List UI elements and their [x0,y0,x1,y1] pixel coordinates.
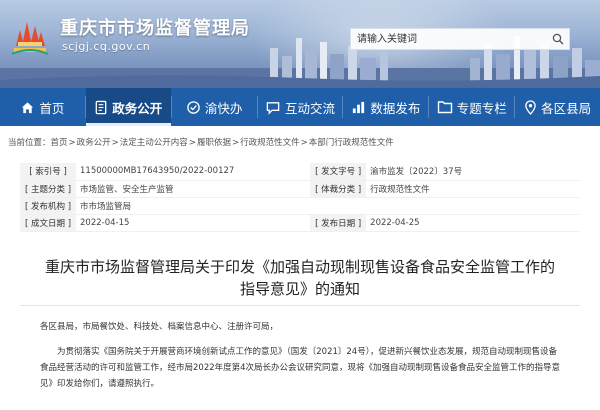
chat-icon [266,101,280,115]
home-icon [22,101,34,113]
issuer-value: 市市场监管局 [76,197,290,215]
chongqing-service-icon [187,100,200,114]
nav-item-special-topics[interactable]: 专题专栏 [429,88,514,126]
table-row: [ 索引号 ] 11500000MB17643950/2022-00127 [ … [20,163,580,181]
site-title: 重庆市市场监督管理局 [60,18,250,39]
publish-date-value: 2022-04-25 [366,214,580,232]
genre-label: [ 体裁分类 ] [310,180,367,198]
search-input[interactable] [351,29,547,49]
breadcrumb-separator: > [111,138,119,148]
topic-value: 市场监管、安全生产监管 [76,180,290,198]
document-info-table: [ 索引号 ] 11500000MB17643950/2022-00127 [ … [20,163,580,232]
table-gap [289,214,311,232]
doc-number-value: 渝市监发〔2022〕37号 [366,163,580,181]
search-button[interactable] [547,29,569,49]
nav-item-label: 渝快办 [204,100,243,116]
search-box [350,28,570,50]
breadcrumb-item-duty-basis[interactable]: 履职依据 [197,138,231,148]
folder-icon [437,101,452,114]
main-nav: 首页 政务公开 渝快办 互动交流 数据发布 专题专栏 各区县局 [0,88,600,126]
table-gap [289,163,311,181]
table-row: [ 发布机构 ] 市市场监管局 [20,197,580,215]
breadcrumb-item-government-affairs[interactable]: 政务公开 [77,138,111,148]
nav-item-chongqing-service[interactable]: 渝快办 [172,88,257,126]
breadcrumb-prefix: 当前位置： [8,138,51,148]
breadcrumb-item-department-documents[interactable]: 本部门行政规范性文件 [309,138,394,148]
table-row: [ 主题分类 ] 市场监管、安全生产监管 [ 体裁分类 ] 行政规范性文件 [20,180,580,198]
written-date-label: [ 成文日期 ] [20,214,76,232]
site-domain: scjgj.cq.gov.cn [62,40,151,53]
search-icon [552,33,564,45]
issuer-label: [ 发布机构 ] [20,197,76,215]
title-divider [20,305,580,306]
nav-item-label: 各区县局 [541,100,592,116]
nav-item-label: 专题专栏 [456,100,507,116]
nav-item-label: 政务公开 [112,100,163,116]
breadcrumb-separator: > [300,138,308,148]
publish-date-label: [ 发布日期 ] [310,214,367,232]
index-value: 11500000MB17643950/2022-00127 [76,163,290,181]
breadcrumb-separator: > [231,138,240,148]
document-icon [95,100,107,114]
breadcrumb-item-normative-documents[interactable]: 行政规范性文件 [240,138,300,148]
nav-item-data-release[interactable]: 数据发布 [343,88,428,126]
doc-number-label: [ 发文字号 ] [310,163,367,181]
document-body: 为贯彻落实《国务院关于开展营商环境创新试点工作的意见》（国发〔2021〕24号）… [40,347,561,389]
breadcrumb: 当前位置：首页>政务公开>法定主动公开内容>履职依据>行政规范性文件>本部门行政… [8,136,394,148]
table-row: [ 成文日期 ] 2022-04-15 [ 发布日期 ] 2022-04-25 [20,214,580,232]
nav-item-label: 首页 [39,100,65,116]
document-title: 重庆市市场监督管理局关于印发《加强自动现制现售设备食品安全监管工作的指导意见》的… [44,258,555,298]
breadcrumb-separator: > [188,138,196,148]
nav-item-government-affairs[interactable]: 政务公开 [85,88,171,126]
written-date-value: 2022-04-15 [76,214,290,232]
nav-item-interaction[interactable]: 互动交流 [258,88,343,126]
nav-item-district-bureaus[interactable]: 各区县局 [515,88,600,126]
header-banner: 重庆市市场监督管理局 scjgj.cq.gov.cn [0,0,600,88]
map-pin-icon [525,99,536,115]
breadcrumb-item-statutory-disclosure[interactable]: 法定主动公开内容 [120,138,188,148]
document-addressee: 各区县局，市局餐饮处、科技处、档案信息中心、注册许可局， [40,322,279,332]
nav-item-label: 数据发布 [370,100,421,116]
table-gap [289,197,311,215]
topic-label: [ 主题分类 ] [20,180,76,198]
empty-cell [310,197,367,215]
nav-item-home[interactable]: 首页 [0,88,85,126]
breadcrumb-item-home[interactable]: 首页 [51,138,68,148]
breadcrumb-separator: > [68,138,76,148]
empty-cell [366,197,580,215]
table-gap [289,180,311,198]
chart-icon [353,101,365,113]
genre-value: 行政规范性文件 [366,180,580,198]
index-label: [ 索引号 ] [20,163,76,181]
nav-item-label: 互动交流 [285,100,336,116]
site-logo-icon [11,22,49,55]
